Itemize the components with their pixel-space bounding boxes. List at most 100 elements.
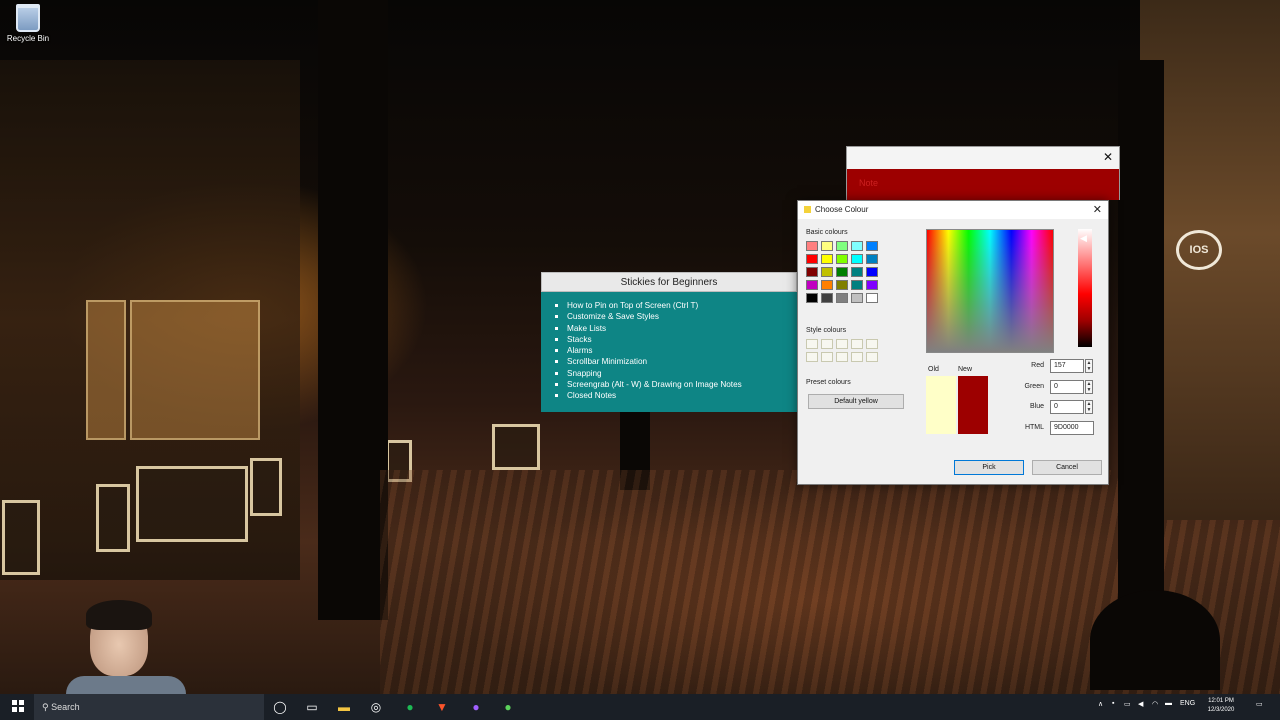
list-item: Snapping (553, 368, 787, 379)
multitask-icon[interactable]: ▭ (304, 699, 320, 715)
dialog-titlebar[interactable]: Choose Colour ✕ (798, 201, 1108, 219)
basic-colour-swatch[interactable] (866, 254, 878, 264)
network-icon[interactable]: ▭ (1124, 700, 1131, 708)
green-spinner[interactable]: ▲ ▼ (1085, 380, 1093, 394)
style-colour-swatch[interactable] (836, 339, 848, 349)
shop-sign: IOS (1176, 230, 1222, 270)
list-item: Make Lists (553, 323, 787, 334)
spotify-icon[interactable]: ● (402, 699, 418, 715)
basic-colour-swatch[interactable] (821, 241, 833, 251)
basic-colour-swatch[interactable] (851, 241, 863, 251)
recycle-bin[interactable]: Recycle Bin (4, 4, 52, 43)
red-note-body[interactable]: Note (847, 169, 1119, 200)
basic-colour-swatch[interactable] (851, 280, 863, 290)
presenter-shirt (66, 676, 186, 694)
green-field[interactable]: 0 (1050, 380, 1084, 394)
recycle-bin-icon (16, 4, 40, 32)
tree-shadow (1090, 590, 1220, 690)
luminance-slider[interactable] (1078, 229, 1092, 347)
messenger-icon[interactable]: ● (468, 699, 484, 715)
language-indicator[interactable]: ENG (1180, 700, 1195, 707)
basic-colour-swatch[interactable] (836, 241, 848, 251)
clock-date: 12/3/2020 (1207, 707, 1235, 713)
blue-field[interactable]: 0 (1050, 400, 1084, 414)
basic-colour-swatch[interactable] (836, 293, 848, 303)
style-colour-swatch[interactable] (866, 339, 878, 349)
basic-colour-swatch[interactable] (851, 254, 863, 264)
red-note-titlebar[interactable]: ✕ (847, 147, 1119, 169)
basic-colour-swatch[interactable] (806, 267, 818, 277)
presenter-hair (86, 600, 152, 630)
note-list: How to Pin on Top of Screen (Ctrl T) Cus… (553, 300, 787, 402)
obs-icon[interactable]: ◎ (368, 699, 384, 715)
tree-trunk (1118, 60, 1164, 620)
basic-colour-swatch[interactable] (836, 254, 848, 264)
tray-icon[interactable]: ▪ (1112, 700, 1114, 707)
style-colour-swatch[interactable] (821, 352, 833, 362)
file-explorer-icon[interactable]: ▬ (336, 699, 352, 715)
red-field[interactable]: 157 (1050, 359, 1084, 373)
html-field[interactable]: 9D0000 (1050, 421, 1094, 435)
close-icon[interactable]: ✕ (1093, 201, 1102, 219)
basic-colour-swatch[interactable] (821, 280, 833, 290)
basic-colours-label: Basic colours (806, 229, 848, 236)
style-colour-swatch[interactable] (806, 352, 818, 362)
basic-colour-swatch[interactable] (806, 254, 818, 264)
windows-start-icon[interactable] (10, 699, 26, 715)
wifi-icon[interactable]: ◠ (1152, 700, 1158, 708)
style-colour-swatch[interactable] (851, 352, 863, 362)
basic-colour-swatch[interactable] (806, 280, 818, 290)
basic-colour-swatch[interactable] (866, 241, 878, 251)
brave-browser-icon[interactable]: ▼ (434, 699, 450, 715)
close-icon[interactable]: ✕ (1103, 150, 1113, 164)
taskbar: ⚲ Search ◯ ▭ ▬ ◎ ● ▼ ● ● ∧ ▪ ▭ ◀ ◠ ▬ ENG… (0, 694, 1280, 720)
building-trim (136, 466, 248, 542)
slider-arrow-icon[interactable]: ◀ (1080, 233, 1087, 244)
note-title[interactable]: Stickies for Beginners (541, 272, 797, 292)
new-colour-label: New (958, 366, 973, 373)
pick-button[interactable]: Pick (954, 460, 1024, 475)
red-spinner[interactable]: ▲ ▼ (1085, 359, 1093, 373)
html-label: HTML (1024, 424, 1044, 431)
clock[interactable]: 12:01 PM 12/3/2020 (1203, 697, 1239, 715)
basic-colour-swatch[interactable] (866, 293, 878, 303)
tray-overflow-icon[interactable]: ∧ (1098, 700, 1103, 708)
task-view-icon[interactable]: ◯ (272, 699, 288, 715)
basic-colour-swatch[interactable] (836, 280, 848, 290)
list-item: Closed Notes (553, 390, 787, 401)
style-colour-swatch[interactable] (866, 352, 878, 362)
taskbar-search[interactable]: ⚲ Search (34, 694, 264, 720)
default-yellow-button[interactable]: Default yellow (808, 394, 904, 409)
basic-colour-swatch[interactable] (806, 293, 818, 303)
building-trim (96, 484, 130, 552)
clock-time: 12:01 PM (1208, 698, 1234, 704)
blue-spinner[interactable]: ▲ ▼ (1085, 400, 1093, 414)
style-colour-swatch[interactable] (806, 339, 818, 349)
notifications-icon[interactable]: ▭ (1256, 700, 1263, 708)
cancel-button[interactable]: Cancel (1032, 460, 1102, 475)
list-item: Alarms (553, 345, 787, 356)
tree-trunk (318, 0, 388, 620)
basic-colour-swatch[interactable] (821, 254, 833, 264)
basic-colour-swatch[interactable] (866, 267, 878, 277)
colour-spectrum[interactable] (926, 229, 1054, 353)
basic-colour-swatch[interactable] (806, 241, 818, 251)
battery-icon[interactable]: ▬ (1165, 700, 1172, 707)
basic-colour-swatch[interactable] (851, 293, 863, 303)
volume-icon[interactable]: ◀ (1138, 700, 1143, 708)
basic-colour-swatch[interactable] (866, 280, 878, 290)
style-colours-label: Style colours (806, 327, 847, 334)
app-icon[interactable]: ● (500, 699, 516, 715)
style-colour-swatch[interactable] (851, 339, 863, 349)
red-sticky-note[interactable]: ✕ Note (846, 146, 1120, 200)
note-body[interactable]: How to Pin on Top of Screen (Ctrl T) Cus… (541, 292, 797, 412)
basic-colour-swatch[interactable] (821, 293, 833, 303)
stickies-note[interactable]: Stickies for Beginners How to Pin on Top… (541, 272, 797, 412)
style-colour-swatch[interactable] (836, 352, 848, 362)
basic-colour-swatch[interactable] (851, 267, 863, 277)
list-item: Customize & Save Styles (553, 311, 787, 322)
webcam-overlay (60, 598, 200, 694)
basic-colour-swatch[interactable] (821, 267, 833, 277)
style-colour-swatch[interactable] (821, 339, 833, 349)
basic-colour-swatch[interactable] (836, 267, 848, 277)
